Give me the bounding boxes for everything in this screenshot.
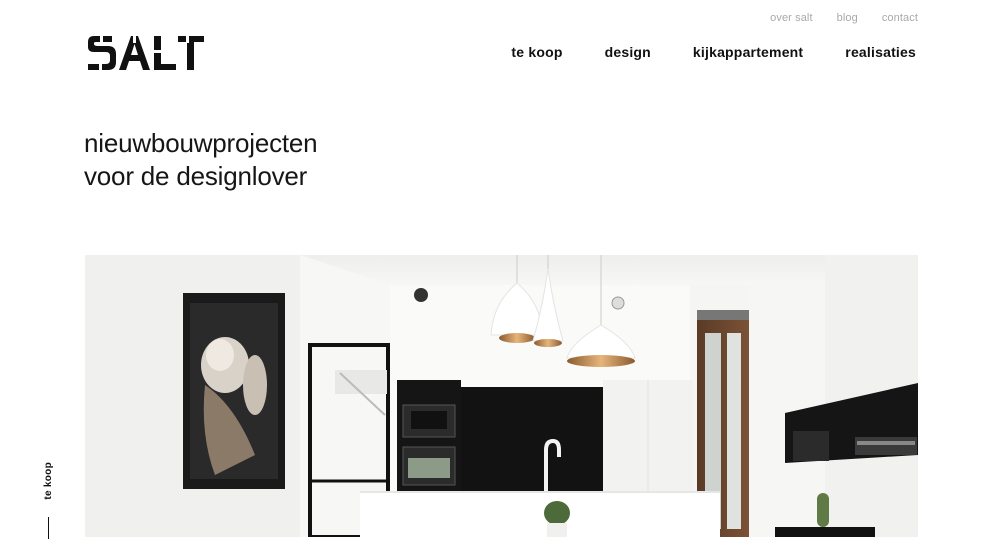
hero-headline: nieuwbouwprojecten voor de designlover [84, 127, 318, 193]
side-label-text[interactable]: te koop [43, 462, 54, 500]
main-nav: te koop design kijkappartement realisati… [511, 44, 916, 60]
nav-link-blog[interactable]: blog [837, 12, 858, 24]
utility-nav: over salt blog contact [770, 12, 918, 24]
salt-logo[interactable] [86, 33, 206, 73]
nav-link-contact[interactable]: contact [882, 12, 918, 24]
kitchen-illustration [85, 255, 918, 537]
side-label-line [48, 517, 49, 539]
hero-image [85, 255, 918, 537]
hero-line-2: voor de designlover [84, 161, 308, 191]
nav-link-design[interactable]: design [605, 44, 651, 60]
nav-link-te-koop[interactable]: te koop [511, 44, 562, 60]
nav-link-over-salt[interactable]: over salt [770, 12, 812, 24]
salt-logo-mark [88, 35, 204, 71]
hero-line-1: nieuwbouwprojecten [84, 128, 318, 158]
side-scroll-label: te koop [36, 462, 66, 539]
nav-link-realisaties[interactable]: realisaties [845, 44, 916, 60]
nav-link-kijkappartement[interactable]: kijkappartement [693, 44, 803, 60]
